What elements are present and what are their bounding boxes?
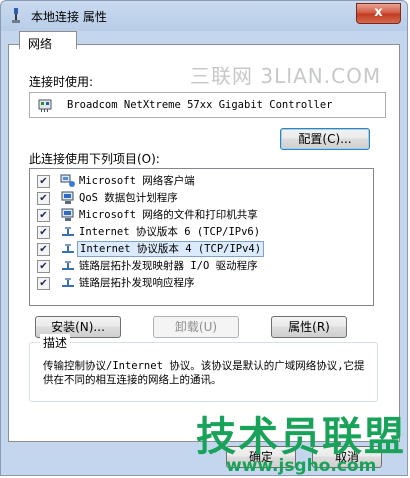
- item-checkbox[interactable]: ✔: [37, 243, 50, 256]
- close-button[interactable]: x: [356, 3, 401, 24]
- list-item[interactable]: ✔ Internet 协议版本 6 (TCP/IPv6): [30, 224, 373, 241]
- configure-button[interactable]: 配置(C)...: [280, 128, 370, 150]
- protocol-icon: [62, 244, 74, 253]
- network-adapter-icon: [38, 99, 52, 112]
- list-item[interactable]: ✔ 链路层拓扑发现映射器 I/O 驱动程序: [30, 258, 373, 275]
- list-item[interactable]: ✔ Microsoft 网络客户端: [30, 173, 373, 190]
- uninstall-button[interactable]: 卸载(U): [153, 316, 239, 338]
- item-label: Internet 协议版本 4 (TCP/IPv4): [77, 241, 265, 257]
- title-bar[interactable]: 本地连接 属性 x: [1, 1, 407, 31]
- adapter-field: Broadcom NetXtreme 57xx Gigabit Controll…: [29, 92, 386, 118]
- description-title: 描述: [40, 334, 71, 351]
- properties-button[interactable]: 属性(R): [271, 316, 347, 338]
- description-text: 传输控制协议/Internet 协议。该协议是默认的广域网络协议,它提供在不同的…: [43, 360, 365, 386]
- item-label: 链路层拓扑发现映射器 I/O 驱动程序: [79, 260, 258, 272]
- watermark-brand: 技术员联盟: [196, 414, 406, 460]
- list-item[interactable]: ✔ 链路层拓扑发现响应程序: [30, 275, 373, 292]
- item-checkbox[interactable]: ✔: [37, 226, 50, 239]
- window-title: 本地连接 属性: [31, 10, 107, 24]
- item-label: Microsoft 网络客户端: [79, 175, 195, 187]
- protocol-icon: [62, 278, 74, 287]
- item-label: Microsoft 网络的文件和打印机共享: [79, 209, 258, 221]
- protocol-icon: [62, 261, 74, 270]
- network-connection-icon: [12, 8, 20, 23]
- item-checkbox[interactable]: ✔: [37, 192, 50, 205]
- list-item-selected[interactable]: ✔ Internet 协议版本 4 (TCP/IPv4): [30, 241, 373, 258]
- computer-network-icon: [61, 208, 74, 221]
- close-icon: x: [374, 5, 383, 20]
- watermark-url: www.jsgho.com: [226, 456, 377, 476]
- list-item[interactable]: ✔ Microsoft 网络的文件和打印机共享: [30, 207, 373, 224]
- item-checkbox[interactable]: ✔: [37, 175, 50, 188]
- tab-network[interactable]: 网络: [19, 31, 77, 51]
- components-list[interactable]: ✔ Microsoft 网络客户端 ✔ QoS 数据包计划程序 ✔ Micros…: [29, 168, 374, 306]
- item-checkbox[interactable]: ✔: [37, 209, 50, 222]
- item-checkbox[interactable]: ✔: [37, 260, 50, 273]
- adapter-name: Broadcom NetXtreme 57xx Gigabit Controll…: [67, 99, 333, 111]
- item-checkbox[interactable]: ✔: [37, 277, 50, 290]
- list-item[interactable]: ✔ QoS 数据包计划程序: [30, 190, 373, 207]
- item-label: Internet 协议版本 6 (TCP/IPv6): [79, 226, 261, 238]
- network-client-icon: [60, 174, 75, 187]
- items-label: 此连接使用下列项目(O):: [29, 152, 160, 166]
- watermark-top: 三联网 3LIAN.COM: [190, 64, 382, 88]
- item-label: 链路层拓扑发现响应程序: [79, 277, 195, 289]
- computer-network-icon: [61, 191, 74, 204]
- connect-using-label: 连接时使用:: [29, 75, 94, 89]
- protocol-icon: [62, 227, 74, 236]
- item-label: QoS 数据包计划程序: [79, 192, 178, 204]
